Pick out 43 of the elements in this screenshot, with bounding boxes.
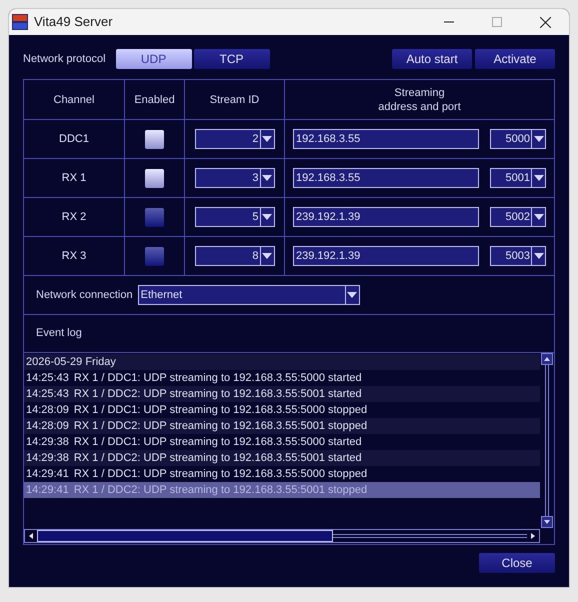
column-header: Stream ID: [210, 92, 260, 106]
protocol-tab[interactable]: TCP: [194, 49, 270, 69]
port-dropdown[interactable]: 5000: [490, 129, 546, 149]
enabled-checkbox[interactable]: [145, 208, 164, 226]
protocol-tab[interactable]: UDP: [116, 49, 192, 69]
enabled-checkbox[interactable]: [145, 246, 164, 266]
stream-id-dropdown[interactable]: 3: [194, 168, 274, 188]
address-field[interactable]: 239.192.1.39: [293, 207, 479, 227]
port-dropdown[interactable]: 5003: [490, 246, 546, 266]
network-connection-label: Network connection: [36, 288, 133, 303]
enabled-checkbox[interactable]: [145, 168, 164, 188]
channel-name: DDC1: [59, 132, 89, 147]
stream-id-dropdown[interactable]: 5: [194, 207, 274, 227]
address-field[interactable]: 192.168.3.55: [293, 168, 479, 188]
port-dropdown[interactable]: 5002: [490, 207, 546, 227]
event-log-label: Event log: [36, 326, 82, 342]
action-button[interactable]: Activate: [475, 49, 555, 69]
protocol-label: Network protocol: [23, 52, 106, 67]
column-header: Streaming address and port: [378, 86, 461, 114]
close-icon[interactable]: [540, 16, 551, 28]
stream-id-dropdown[interactable]: 2: [194, 129, 274, 149]
scroll-up-icon[interactable]: [541, 353, 553, 365]
channel-name: RX 1: [62, 170, 86, 186]
log-entry[interactable]: 14:28:09 RX 1 / DDC2: UDP streaming to 192.168.3.55:5001 stopped: [24, 418, 540, 434]
channel-name: RX 2: [62, 210, 86, 225]
enabled-checkbox[interactable]: [145, 130, 164, 148]
scroll-down-icon[interactable]: [541, 516, 553, 528]
column-header: Enabled: [134, 92, 175, 106]
network-connection-dropdown[interactable]: Ethernet: [138, 285, 360, 305]
log-entry[interactable]: 14:25:43 RX 1 / DDC2: UDP streaming to 192.168.3.55:5001 started: [24, 386, 540, 402]
column-header: Channel: [54, 92, 94, 106]
port-dropdown[interactable]: 5001: [490, 168, 546, 188]
address-field[interactable]: 192.168.3.55: [293, 129, 479, 149]
window-title: Vita49 Server: [34, 13, 113, 32]
channel-name: RX 3: [62, 248, 86, 264]
stream-id-dropdown[interactable]: 8: [194, 246, 274, 266]
app-logo-icon: [12, 14, 28, 30]
address-field[interactable]: 239.192.1.39: [293, 246, 479, 266]
log-date-row[interactable]: 2026-05-29 Friday: [24, 354, 540, 370]
close-button[interactable]: Close: [479, 553, 555, 573]
horizontal-scrollbar[interactable]: [24, 529, 540, 543]
log-entry[interactable]: 14:29:38 RX 1 / DDC2: UDP streaming to 192.168.3.55:5001 started: [24, 450, 540, 466]
action-button[interactable]: Auto start: [392, 49, 472, 69]
